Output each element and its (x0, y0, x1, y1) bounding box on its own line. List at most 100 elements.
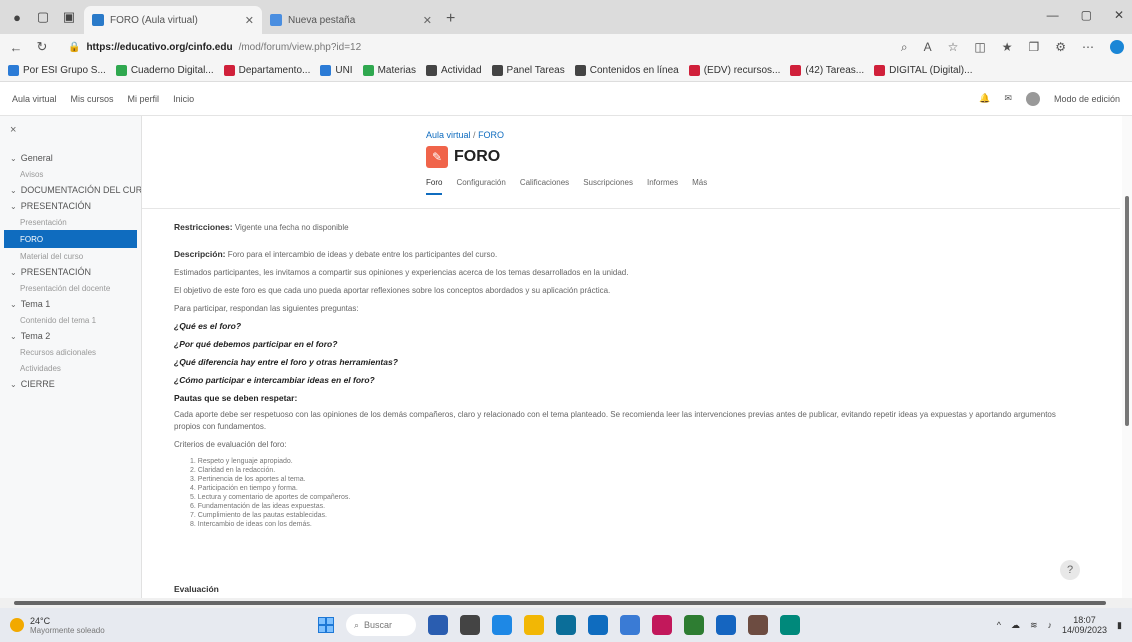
profile-icon[interactable]: ● (6, 6, 28, 28)
sidebar-item[interactable]: ⌄ Tema 2 (0, 328, 141, 344)
sidebar-item[interactable]: FORO (4, 230, 137, 248)
cloud-icon[interactable]: ☁ (1011, 620, 1020, 631)
collections-icon[interactable]: ❐ (1028, 40, 1039, 55)
nav-link[interactable]: Inicio (173, 94, 194, 104)
taskbar-search[interactable]: ⌕ Buscar (346, 614, 416, 636)
chevron-down-icon[interactable]: ⌄ (10, 380, 17, 389)
maximize-icon[interactable]: ▢ (1081, 8, 1092, 22)
vertical-scrollbar[interactable] (1122, 116, 1132, 598)
sidebar-item[interactable]: ⌄ CIERRE (0, 376, 141, 392)
refresh-icon[interactable]: ↻ (34, 39, 50, 55)
favorite-link[interactable]: (EDV) recursos... (688, 65, 780, 76)
nav-link[interactable]: Mi perfil (128, 94, 160, 104)
favorite-star-icon[interactable]: ☆ (948, 40, 959, 55)
taskbar-app-icon[interactable] (556, 615, 576, 635)
edit-mode-toggle[interactable]: Modo de edición (1054, 94, 1120, 104)
taskbar-app-icon[interactable] (460, 615, 480, 635)
favorite-link[interactable]: Por ESI Grupo S... (8, 65, 106, 76)
taskbar-app-icon[interactable] (748, 615, 768, 635)
favorite-link[interactable]: UNI (320, 65, 353, 76)
sidebar-item[interactable]: ⌄ PRESENTACIÓN (0, 264, 141, 280)
taskbar-app-icon[interactable] (428, 615, 448, 635)
horizontal-scrollbar[interactable] (0, 598, 1132, 608)
sidebar-item[interactable]: Recursos adicionales (0, 344, 141, 360)
breadcrumb-item[interactable]: FORO (478, 130, 504, 140)
favorite-link[interactable]: (42) Tareas... (790, 65, 864, 76)
favorite-link[interactable]: Panel Tareas (491, 65, 565, 76)
back-icon[interactable]: ← (8, 40, 24, 55)
chevron-down-icon[interactable]: ⌄ (10, 332, 17, 341)
taskbar-app-icon[interactable] (524, 615, 544, 635)
chevron-down-icon[interactable]: ⌄ (10, 154, 17, 163)
notifications-icon[interactable]: 🔔 (979, 93, 990, 104)
taskbar-app-icon[interactable] (652, 615, 672, 635)
windows-start-icon[interactable] (318, 617, 334, 633)
tab-new[interactable]: Nueva pestaña ✕ (262, 6, 440, 34)
favorites-icon[interactable]: ★ (1002, 40, 1013, 55)
volume-icon[interactable]: ♪ (1048, 620, 1053, 630)
chevron-down-icon[interactable]: ⌄ (10, 300, 17, 309)
sidebar-item[interactable]: Material del curso (0, 248, 141, 264)
new-tab-icon[interactable]: + (446, 10, 455, 28)
zoom-icon[interactable]: ⌕ (901, 40, 908, 55)
taskbar-app-icon[interactable] (620, 615, 640, 635)
favorite-link[interactable]: Cuaderno Digital... (115, 65, 214, 76)
sidebar-item[interactable]: Actividades (0, 360, 141, 376)
tab-close-icon[interactable]: ✕ (423, 14, 432, 27)
url-field[interactable]: 🔒 https://educativo.org/cinfo.edu /mod/f… (60, 37, 891, 57)
avatar[interactable] (1025, 91, 1040, 106)
favorite-link[interactable]: Contenidos en línea (574, 65, 679, 76)
secondary-tab[interactable]: Más (692, 178, 707, 195)
help-icon[interactable]: ? (1060, 560, 1080, 580)
notification-center-icon[interactable]: ▮ (1117, 620, 1122, 631)
favorite-link[interactable]: Actividad (425, 65, 482, 76)
sidebar-item[interactable]: Presentación del docente (0, 280, 141, 296)
tab-actions-icon[interactable]: ▣ (58, 6, 80, 28)
favorite-link[interactable]: Materias (362, 65, 416, 76)
sidebar-item[interactable]: ⌄DOCUMENTACIÓN DEL CURSO (0, 182, 141, 198)
secondary-tab[interactable]: Foro (426, 178, 443, 195)
chevron-down-icon[interactable]: ⌄ (10, 268, 17, 277)
read-aloud-icon[interactable]: A (924, 40, 932, 55)
list-item: 2. Claridad en la redacción. (190, 467, 276, 474)
sidebar-item[interactable]: Avisos (0, 166, 141, 182)
tab-forum[interactable]: FORO (Aula virtual) ✕ (84, 6, 262, 34)
chevron-down-icon[interactable]: ⌄ (10, 202, 17, 211)
paragraph: Cada aporte debe ser respetuoso con las … (174, 410, 1056, 431)
secondary-tab[interactable]: Configuración (456, 178, 505, 195)
sidebar-item[interactable]: ⌄ General (0, 150, 141, 166)
chevron-up-icon[interactable]: ^ (997, 620, 1001, 630)
clock[interactable]: 18:07 14/09/2023 (1062, 615, 1107, 635)
sidebar-item[interactable]: ⌄ PRESENTACIÓN (0, 198, 141, 214)
tab-close-icon[interactable]: ✕ (245, 14, 254, 27)
secondary-tab[interactable]: Informes (647, 178, 678, 195)
favorite-link[interactable]: Departamento... (223, 65, 310, 76)
breadcrumb-item[interactable]: Aula virtual (426, 130, 471, 140)
taskbar-app-icon[interactable] (492, 615, 512, 635)
nav-link[interactable]: Aula virtual (12, 94, 57, 104)
workspaces-icon[interactable]: ▢ (32, 6, 54, 28)
taskbar-app-icon[interactable] (684, 615, 704, 635)
taskbar-app-icon[interactable] (780, 615, 800, 635)
close-sidebar-icon[interactable]: × (0, 124, 141, 150)
sidebar-item[interactable]: Contenido del tema 1 (0, 312, 141, 328)
weather-widget[interactable]: 24°C Mayormente soleado (10, 616, 290, 635)
close-window-icon[interactable]: ✕ (1114, 8, 1124, 22)
split-screen-icon[interactable]: ◫ (974, 40, 985, 55)
breadcrumb: Aula virtual / FORO (426, 130, 505, 140)
minimize-icon[interactable]: — (1047, 8, 1059, 22)
more-icon[interactable]: ⋯ (1082, 40, 1094, 55)
extensions-icon[interactable]: ⚙ (1055, 40, 1066, 55)
taskbar-app-icon[interactable] (716, 615, 736, 635)
copilot-icon[interactable] (1110, 39, 1124, 54)
chevron-down-icon[interactable]: ⌄ (10, 186, 17, 195)
taskbar-app-icon[interactable] (588, 615, 608, 635)
messages-icon[interactable]: ✉ (1004, 93, 1012, 104)
secondary-tab[interactable]: Calificaciones (520, 178, 569, 195)
nav-link[interactable]: Mis cursos (71, 94, 114, 104)
sidebar-item[interactable]: Presentación (0, 214, 141, 230)
wifi-icon[interactable]: ≋ (1030, 620, 1038, 631)
favorite-link[interactable]: DIGITAL (Digital)... (874, 65, 972, 76)
sidebar-item[interactable]: ⌄ Tema 1 (0, 296, 141, 312)
secondary-tab[interactable]: Suscripciones (583, 178, 633, 195)
